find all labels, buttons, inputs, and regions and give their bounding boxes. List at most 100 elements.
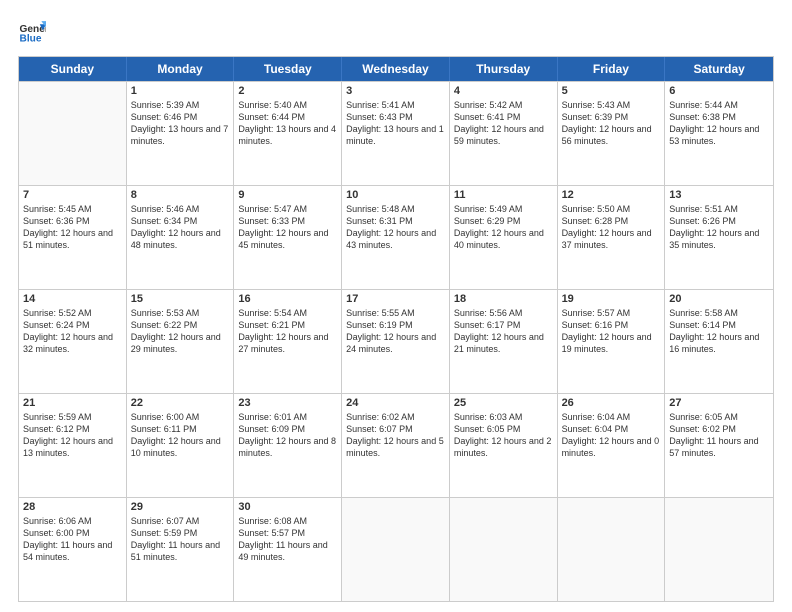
day-info: Sunrise: 5:54 AMSunset: 6:21 PMDaylight:… (238, 307, 337, 356)
day-info: Sunrise: 5:56 AMSunset: 6:17 PMDaylight:… (454, 307, 553, 356)
day-cell-29: 29 Sunrise: 6:07 AMSunset: 5:59 PMDayligh… (127, 498, 235, 601)
day-number: 8 (131, 189, 230, 201)
day-number: 15 (131, 293, 230, 305)
day-info: Sunrise: 6:07 AMSunset: 5:59 PMDaylight:… (131, 515, 230, 564)
day-cell-24: 24 Sunrise: 6:02 AMSunset: 6:07 PMDayligh… (342, 394, 450, 497)
day-cell-2: 2 Sunrise: 5:40 AMSunset: 6:44 PMDaylight… (234, 82, 342, 185)
week-row-2: 7 Sunrise: 5:45 AMSunset: 6:36 PMDaylight… (19, 185, 773, 289)
day-cell-17: 17 Sunrise: 5:55 AMSunset: 6:19 PMDayligh… (342, 290, 450, 393)
calendar-header: SundayMondayTuesdayWednesdayThursdayFrid… (19, 57, 773, 81)
empty-cell (665, 498, 773, 601)
day-number: 20 (669, 293, 769, 305)
day-cell-15: 15 Sunrise: 5:53 AMSunset: 6:22 PMDayligh… (127, 290, 235, 393)
day-number: 30 (238, 501, 337, 513)
day-cell-18: 18 Sunrise: 5:56 AMSunset: 6:17 PMDayligh… (450, 290, 558, 393)
day-cell-1: 1 Sunrise: 5:39 AMSunset: 6:46 PMDaylight… (127, 82, 235, 185)
day-info: Sunrise: 5:47 AMSunset: 6:33 PMDaylight:… (238, 203, 337, 252)
day-cell-14: 14 Sunrise: 5:52 AMSunset: 6:24 PMDayligh… (19, 290, 127, 393)
header-day-saturday: Saturday (665, 57, 773, 81)
day-cell-21: 21Sunrise: 5:59 AMSunset: 6:12 PMDayligh… (19, 394, 127, 497)
day-info: Sunrise: 5:53 AMSunset: 6:22 PMDaylight:… (131, 307, 230, 356)
day-cell-7: 7 Sunrise: 5:45 AMSunset: 6:36 PMDaylight… (19, 186, 127, 289)
day-number: 24 (346, 397, 445, 409)
day-number: 19 (562, 293, 661, 305)
day-number: 1 (131, 85, 230, 97)
day-cell-16: 16Sunrise: 5:54 AMSunset: 6:21 PMDayligh… (234, 290, 342, 393)
day-cell-13: 13Sunrise: 5:51 AMSunset: 6:26 PMDayligh… (665, 186, 773, 289)
day-cell-19: 19 Sunrise: 5:57 AMSunset: 6:16 PMDayligh… (558, 290, 666, 393)
day-info: Sunrise: 5:45 AMSunset: 6:36 PMDaylight:… (23, 203, 122, 252)
day-number: 17 (346, 293, 445, 305)
day-info: Sunrise: 6:06 AMSunset: 6:00 PMDaylight:… (23, 515, 122, 564)
day-info: Sunrise: 5:48 AMSunset: 6:31 PMDaylight:… (346, 203, 445, 252)
day-number: 29 (131, 501, 230, 513)
day-cell-25: 25 Sunrise: 6:03 AMSunset: 6:05 PMDayligh… (450, 394, 558, 497)
day-number: 10 (346, 189, 445, 201)
header-day-wednesday: Wednesday (342, 57, 450, 81)
day-cell-11: 11 Sunrise: 5:49 AMSunset: 6:29 PMDayligh… (450, 186, 558, 289)
day-number: 4 (454, 85, 553, 97)
day-info: Sunrise: 5:50 AMSunset: 6:28 PMDaylight:… (562, 203, 661, 252)
day-number: 7 (23, 189, 122, 201)
header-day-sunday: Sunday (19, 57, 127, 81)
day-info: Sunrise: 6:05 AMSunset: 6:02 PMDaylight:… (669, 411, 769, 460)
calendar: SundayMondayTuesdayWednesdayThursdayFrid… (18, 56, 774, 602)
day-info: Sunrise: 5:42 AMSunset: 6:41 PMDaylight:… (454, 99, 553, 148)
day-number: 2 (238, 85, 337, 97)
day-number: 22 (131, 397, 230, 409)
day-number: 18 (454, 293, 553, 305)
day-number: 14 (23, 293, 122, 305)
day-info: Sunrise: 5:44 AMSunset: 6:38 PMDaylight:… (669, 99, 769, 148)
day-number: 27 (669, 397, 769, 409)
day-info: Sunrise: 5:52 AMSunset: 6:24 PMDaylight:… (23, 307, 122, 356)
day-cell-30: 30 Sunrise: 6:08 AMSunset: 5:57 PMDayligh… (234, 498, 342, 601)
day-info: Sunrise: 5:58 AMSunset: 6:14 PMDaylight:… (669, 307, 769, 356)
svg-text:Blue: Blue (20, 33, 42, 44)
week-row-3: 14 Sunrise: 5:52 AMSunset: 6:24 PMDayligh… (19, 289, 773, 393)
day-number: 12 (562, 189, 661, 201)
header-day-thursday: Thursday (450, 57, 558, 81)
day-info: Sunrise: 5:51 AMSunset: 6:26 PMDaylight:… (669, 203, 769, 252)
day-cell-28: 28Sunrise: 6:06 AMSunset: 6:00 PMDayligh… (19, 498, 127, 601)
day-info: Sunrise: 6:02 AMSunset: 6:07 PMDaylight:… (346, 411, 445, 460)
day-cell-6: 6 Sunrise: 5:44 AMSunset: 6:38 PMDaylight… (665, 82, 773, 185)
week-row-5: 28Sunrise: 6:06 AMSunset: 6:00 PMDayligh… (19, 497, 773, 601)
header-day-friday: Friday (558, 57, 666, 81)
empty-cell (19, 82, 127, 185)
day-number: 5 (562, 85, 661, 97)
day-number: 25 (454, 397, 553, 409)
day-info: Sunrise: 5:59 AMSunset: 6:12 PMDaylight:… (23, 411, 122, 460)
day-cell-22: 22 Sunrise: 6:00 AMSunset: 6:11 PMDayligh… (127, 394, 235, 497)
day-info: Sunrise: 5:46 AMSunset: 6:34 PMDaylight:… (131, 203, 230, 252)
calendar-body: 1 Sunrise: 5:39 AMSunset: 6:46 PMDaylight… (19, 81, 773, 601)
day-info: Sunrise: 5:49 AMSunset: 6:29 PMDaylight:… (454, 203, 553, 252)
day-cell-4: 4 Sunrise: 5:42 AMSunset: 6:41 PMDaylight… (450, 82, 558, 185)
day-number: 3 (346, 85, 445, 97)
day-number: 6 (669, 85, 769, 97)
day-info: Sunrise: 6:04 AMSunset: 6:04 PMDaylight:… (562, 411, 661, 460)
header-day-tuesday: Tuesday (234, 57, 342, 81)
week-row-4: 21Sunrise: 5:59 AMSunset: 6:12 PMDayligh… (19, 393, 773, 497)
day-cell-8: 8 Sunrise: 5:46 AMSunset: 6:34 PMDaylight… (127, 186, 235, 289)
day-info: Sunrise: 5:55 AMSunset: 6:19 PMDaylight:… (346, 307, 445, 356)
day-info: Sunrise: 6:00 AMSunset: 6:11 PMDaylight:… (131, 411, 230, 460)
header: General Blue (18, 18, 774, 46)
day-info: Sunrise: 5:39 AMSunset: 6:46 PMDaylight:… (131, 99, 230, 148)
day-info: Sunrise: 6:08 AMSunset: 5:57 PMDaylight:… (238, 515, 337, 564)
day-cell-27: 27 Sunrise: 6:05 AMSunset: 6:02 PMDayligh… (665, 394, 773, 497)
day-cell-10: 10 Sunrise: 5:48 AMSunset: 6:31 PMDayligh… (342, 186, 450, 289)
day-cell-3: 3 Sunrise: 5:41 AMSunset: 6:43 PMDaylight… (342, 82, 450, 185)
day-number: 11 (454, 189, 553, 201)
header-day-monday: Monday (127, 57, 235, 81)
day-cell-23: 23 Sunrise: 6:01 AMSunset: 6:09 PMDayligh… (234, 394, 342, 497)
day-info: Sunrise: 6:03 AMSunset: 6:05 PMDaylight:… (454, 411, 553, 460)
day-number: 26 (562, 397, 661, 409)
day-cell-9: 9Sunrise: 5:47 AMSunset: 6:33 PMDaylight… (234, 186, 342, 289)
day-cell-20: 20 Sunrise: 5:58 AMSunset: 6:14 PMDayligh… (665, 290, 773, 393)
day-info: Sunrise: 6:01 AMSunset: 6:09 PMDaylight:… (238, 411, 337, 460)
day-info: Sunrise: 5:40 AMSunset: 6:44 PMDaylight:… (238, 99, 337, 148)
day-info: Sunrise: 5:41 AMSunset: 6:43 PMDaylight:… (346, 99, 445, 148)
day-info: Sunrise: 5:57 AMSunset: 6:16 PMDaylight:… (562, 307, 661, 356)
day-number: 23 (238, 397, 337, 409)
logo-icon: General Blue (18, 18, 46, 46)
